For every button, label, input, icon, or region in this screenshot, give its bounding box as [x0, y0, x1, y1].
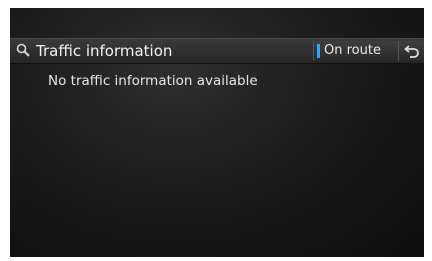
- on-route-button[interactable]: On route: [313, 41, 398, 61]
- back-arrow-icon: [404, 45, 419, 58]
- selection-marker: [317, 44, 320, 58]
- page-title: Traffic information: [36, 42, 173, 60]
- search-icon: [16, 43, 30, 57]
- back-button[interactable]: [398, 41, 424, 61]
- on-route-label: On route: [324, 43, 381, 58]
- no-traffic-message: No traffic information available: [48, 73, 258, 89]
- title-bar: Traffic information On route: [10, 38, 424, 64]
- nav-screen: Traffic information On route No traffic …: [10, 8, 424, 257]
